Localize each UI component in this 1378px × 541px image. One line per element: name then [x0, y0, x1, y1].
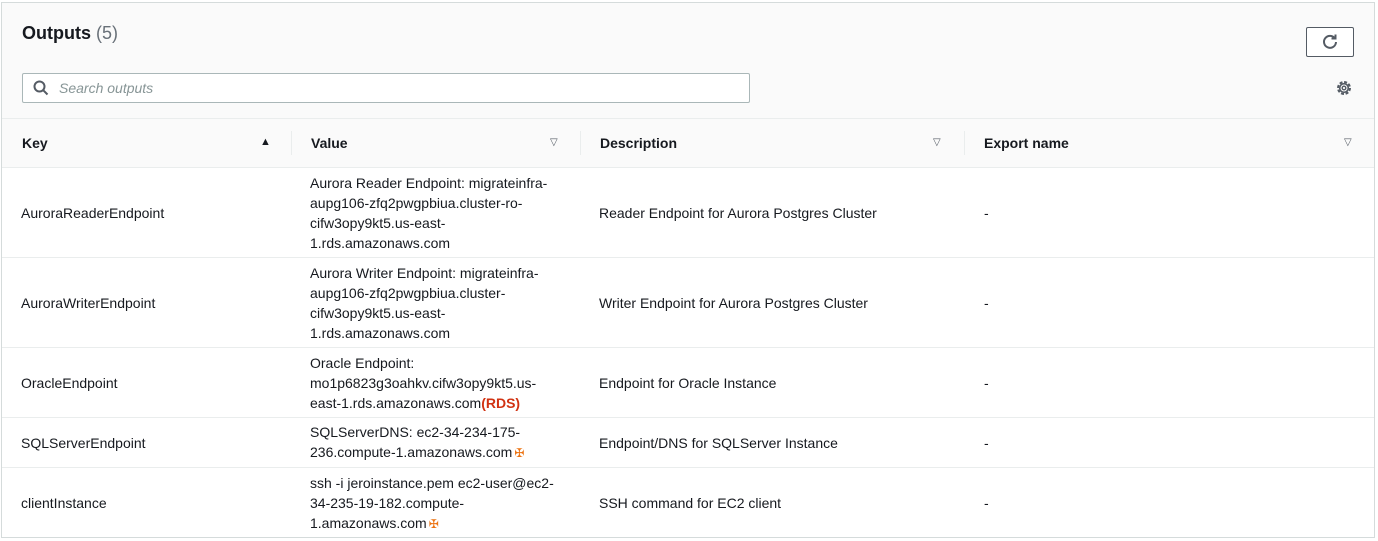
value-cell: Aurora Reader Endpoint: migrateinfra- au… — [310, 168, 560, 257]
value-line: aupg106-zfq2pwgpbiua.cluster- — [310, 284, 506, 301]
sort-ascending-icon[interactable]: ▲ — [260, 136, 271, 148]
value-cell: SQLServerDNS: ec2-34-234-175- 236.comput… — [310, 418, 560, 467]
column-header-export-name[interactable]: Export name ▽ — [984, 119, 1356, 167]
value-line: aupg106-zfq2pwgpbiua.cluster-ro- — [310, 194, 523, 211]
export-name-cell: - — [984, 495, 989, 511]
export-name-cell: - — [984, 294, 989, 311]
refresh-button[interactable] — [1306, 27, 1354, 57]
column-header-value[interactable]: Value ▽ — [311, 119, 563, 167]
description-cell: Reader Endpoint for Aurora Postgres Clus… — [599, 204, 877, 221]
column-label: Description — [600, 135, 678, 151]
value-line: Aurora Writer Endpoint: migrateinfra- — [310, 264, 539, 281]
value-line: cifw3opy9kt5.us-east- — [310, 304, 446, 321]
rds-link[interactable]: (RDS) — [481, 395, 520, 411]
value-line: Aurora Reader Endpoint: migrateinfra- — [310, 174, 548, 191]
gear-icon[interactable] — [1335, 79, 1353, 97]
key-cell: OracleEndpoint — [21, 374, 118, 391]
value-cell: Oracle Endpoint: mo1p6823g3oahkv.cifw3op… — [310, 348, 560, 417]
table-row: AuroraReaderEndpoint Aurora Reader Endpo… — [2, 168, 1374, 258]
refresh-icon — [1323, 34, 1337, 49]
export-name-cell: - — [984, 434, 989, 451]
sort-icon[interactable]: ▽ — [933, 137, 941, 148]
description-cell: Writer Endpoint for Aurora Postgres Clus… — [599, 294, 868, 311]
search-input[interactable] — [57, 76, 737, 100]
title-text: Outputs — [22, 23, 91, 43]
value-line: 236.compute-1.amazonaws.com ✠ — [310, 442, 524, 463]
table-row: AuroraWriterEndpoint Aurora Writer Endpo… — [2, 258, 1374, 348]
key-cell: clientInstance — [21, 495, 107, 511]
column-header-description[interactable]: Description ▽ — [600, 119, 948, 167]
external-link-icon[interactable]: ✠ — [429, 517, 439, 531]
search-icon — [33, 80, 49, 96]
search-box — [22, 73, 750, 103]
value-line: 1.rds.amazonaws.com — [310, 234, 451, 251]
value-line: 34-235-19-182.compute- — [310, 494, 465, 511]
column-separator[interactable] — [291, 131, 292, 155]
value-cell: ssh -i jeroinstance.pem ec2-user@ec2- 34… — [310, 468, 560, 537]
key-cell: AuroraWriterEndpoint — [21, 294, 156, 311]
value-text: 236.compute-1.amazonaws.com — [310, 444, 513, 460]
value-line: east-1.rds.amazonaws.com(RDS) — [310, 393, 536, 413]
description-cell: Endpoint for Oracle Instance — [599, 374, 777, 391]
column-separator[interactable] — [580, 131, 581, 155]
panel-header: Outputs (5) — [2, 3, 1374, 119]
column-header-key[interactable]: Key ▲ — [22, 119, 274, 167]
key-cell: SQLServerEndpoint — [21, 434, 146, 451]
table-row: clientInstance ssh -i jeroinstance.pem e… — [2, 468, 1374, 537]
key-cell: AuroraReaderEndpoint — [21, 204, 165, 221]
external-link-icon[interactable]: ✠ — [514, 446, 524, 460]
value-text: east-1.rds.amazonaws.com — [310, 394, 482, 411]
page-title: Outputs (5) — [22, 23, 118, 44]
column-separator[interactable] — [964, 131, 965, 155]
table-header: Key ▲ Value ▽ Description ▽ Export name … — [2, 119, 1374, 168]
value-line: mo1p6823g3oahkv.cifw3opy9kt5.us- — [310, 374, 537, 391]
outputs-panel: Outputs (5) Key ▲ Valu — [1, 2, 1375, 538]
value-line: 1.amazonaws.com ✠ — [310, 513, 554, 534]
sort-icon[interactable]: ▽ — [550, 137, 558, 148]
value-text: 1.amazonaws.com — [310, 514, 427, 531]
value-line: ssh -i jeroinstance.pem ec2-user@ec2- — [310, 474, 554, 491]
table-row: SQLServerEndpoint SQLServerDNS: ec2-34-2… — [2, 418, 1374, 468]
value-line: 1.rds.amazonaws.com — [310, 324, 451, 341]
column-label: Key — [22, 135, 48, 151]
table-row: OracleEndpoint Oracle Endpoint: mo1p6823… — [2, 348, 1374, 418]
sort-icon[interactable]: ▽ — [1344, 137, 1352, 148]
export-name-cell: - — [984, 204, 989, 221]
value-line: SQLServerDNS: ec2-34-234-175- — [310, 424, 521, 440]
column-label: Export name — [984, 135, 1069, 151]
value-cell: Aurora Writer Endpoint: migrateinfra- au… — [310, 258, 560, 347]
description-cell: Endpoint/DNS for SQLServer Instance — [599, 434, 838, 451]
export-name-cell: - — [984, 374, 989, 391]
description-cell: SSH command for EC2 client — [599, 495, 782, 511]
value-line: cifw3opy9kt5.us-east- — [310, 214, 446, 231]
output-count: (5) — [96, 23, 119, 43]
column-label: Value — [311, 135, 348, 151]
value-line: Oracle Endpoint: — [310, 354, 415, 371]
